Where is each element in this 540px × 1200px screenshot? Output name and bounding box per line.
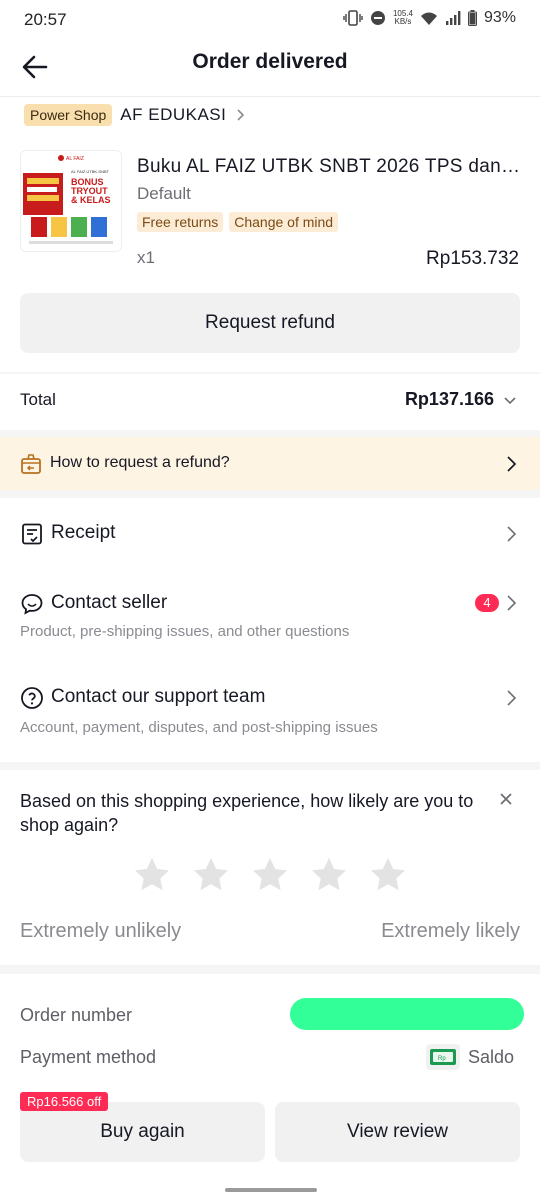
view-review-button[interactable]: View review	[275, 1102, 520, 1162]
refund-help-text: How to request a refund?	[50, 454, 230, 471]
battery-icon	[467, 10, 477, 26]
star-rating[interactable]	[133, 856, 407, 894]
product-price: Rp153.732	[426, 248, 519, 269]
section-divider	[0, 430, 540, 437]
receipt-icon	[22, 523, 42, 545]
rating-high-label: Extremely likely	[381, 920, 520, 942]
chevron-right-icon	[507, 595, 517, 611]
close-icon[interactable]	[496, 789, 516, 809]
svg-text:AL FAIZ UTBK-SNBT: AL FAIZ UTBK-SNBT	[71, 169, 110, 174]
product-quantity: x1	[137, 248, 155, 267]
shop-name: AF EDUKASI	[120, 105, 227, 124]
page-header: Order delivered	[0, 40, 540, 96]
home-indicator[interactable]	[225, 1188, 317, 1192]
order-number-label: Order number	[20, 1005, 133, 1025]
svg-text:AL FAIZ: AL FAIZ	[66, 156, 84, 162]
star-icon[interactable]	[369, 856, 407, 894]
contact-support-row[interactable]: Contact our support team Account, paymen…	[0, 672, 540, 752]
chevron-right-icon	[507, 690, 517, 706]
buy-again-button[interactable]: Buy again	[20, 1102, 265, 1162]
status-icons: 105.4 KB/s 93%	[343, 9, 516, 27]
return-box-icon	[21, 454, 41, 474]
chevron-right-icon	[507, 456, 517, 472]
star-icon[interactable]	[310, 856, 348, 894]
payment-method-text: Saldo	[467, 1046, 514, 1067]
contact-support-subtitle: Account, payment, disputes, and post-shi…	[20, 719, 378, 736]
product-tags: Free returns Change of mind	[137, 212, 339, 232]
page-title: Order delivered	[192, 50, 348, 73]
receipt-row[interactable]: Receipt	[0, 498, 540, 568]
status-time: 20:57	[24, 10, 67, 29]
svg-text:& KELAS: & KELAS	[71, 195, 111, 205]
status-bar: 20:57 105.4 KB/s 93%	[0, 0, 540, 40]
signal-icon	[445, 11, 461, 25]
rating-low-label: Extremely unlikely	[20, 920, 182, 942]
product-title[interactable]: Buku AL FAIZ UTBK SNBT 2026 TPS dan L...	[137, 156, 521, 178]
tag-change-of-mind: Change of mind	[229, 212, 339, 232]
section-divider	[0, 762, 540, 770]
total-label: Total	[20, 390, 56, 409]
chevron-down-icon[interactable]	[502, 393, 518, 409]
vibrate-icon	[343, 10, 363, 26]
tag-free-returns: Free returns	[137, 212, 224, 232]
request-refund-button[interactable]: Request refund	[20, 293, 520, 353]
svg-text:Rp: Rp	[438, 1056, 446, 1062]
shop-link[interactable]: Power Shop AF EDUKASI	[24, 104, 248, 126]
help-circle-icon	[21, 687, 43, 709]
refund-help-banner[interactable]: How to request a refund?	[0, 437, 540, 490]
star-icon[interactable]	[192, 856, 230, 894]
redacted-order-number	[290, 998, 524, 1030]
power-shop-badge: Power Shop	[24, 104, 113, 126]
star-icon[interactable]	[251, 856, 289, 894]
star-icon[interactable]	[133, 856, 171, 894]
wallet-icon: Rp	[425, 1044, 460, 1070]
chevron-right-icon	[237, 109, 245, 121]
battery-percent: 93%	[483, 9, 516, 26]
total-value: Rp137.166	[404, 389, 494, 409]
header-divider	[0, 96, 540, 97]
discount-tag: Rp16.566 off	[20, 1092, 109, 1111]
net-speed: 105.4 KB/s	[392, 9, 413, 26]
contact-seller-subtitle: Product, pre-shipping issues, and other …	[20, 623, 350, 640]
contact-seller-row[interactable]: Contact seller 4 Product, pre-shipping i…	[0, 575, 540, 655]
product-thumbnail[interactable]: AL FAIZ AL FAIZ UTBK-SNBT BONUS TRYOUT &…	[20, 150, 122, 252]
section-divider	[0, 490, 540, 498]
chevron-right-icon	[507, 526, 517, 542]
product-image: AL FAIZ AL FAIZ UTBK-SNBT BONUS TRYOUT &…	[21, 151, 121, 251]
unread-count-badge: 4	[475, 594, 499, 612]
contact-support-title: Contact our support team	[51, 686, 266, 707]
do-not-disturb-icon	[370, 11, 385, 25]
survey-question: Based on this shopping experience, how l…	[20, 791, 474, 835]
receipt-title: Receipt	[51, 522, 116, 543]
wifi-icon	[420, 12, 437, 25]
payment-method-value: Rp Saldo	[425, 1044, 514, 1070]
chat-bubble-icon	[21, 594, 43, 615]
payment-method-label: Payment method	[20, 1047, 157, 1067]
product-variant: Default	[137, 184, 191, 203]
section-divider	[0, 965, 540, 974]
contact-seller-title: Contact seller	[51, 592, 168, 613]
